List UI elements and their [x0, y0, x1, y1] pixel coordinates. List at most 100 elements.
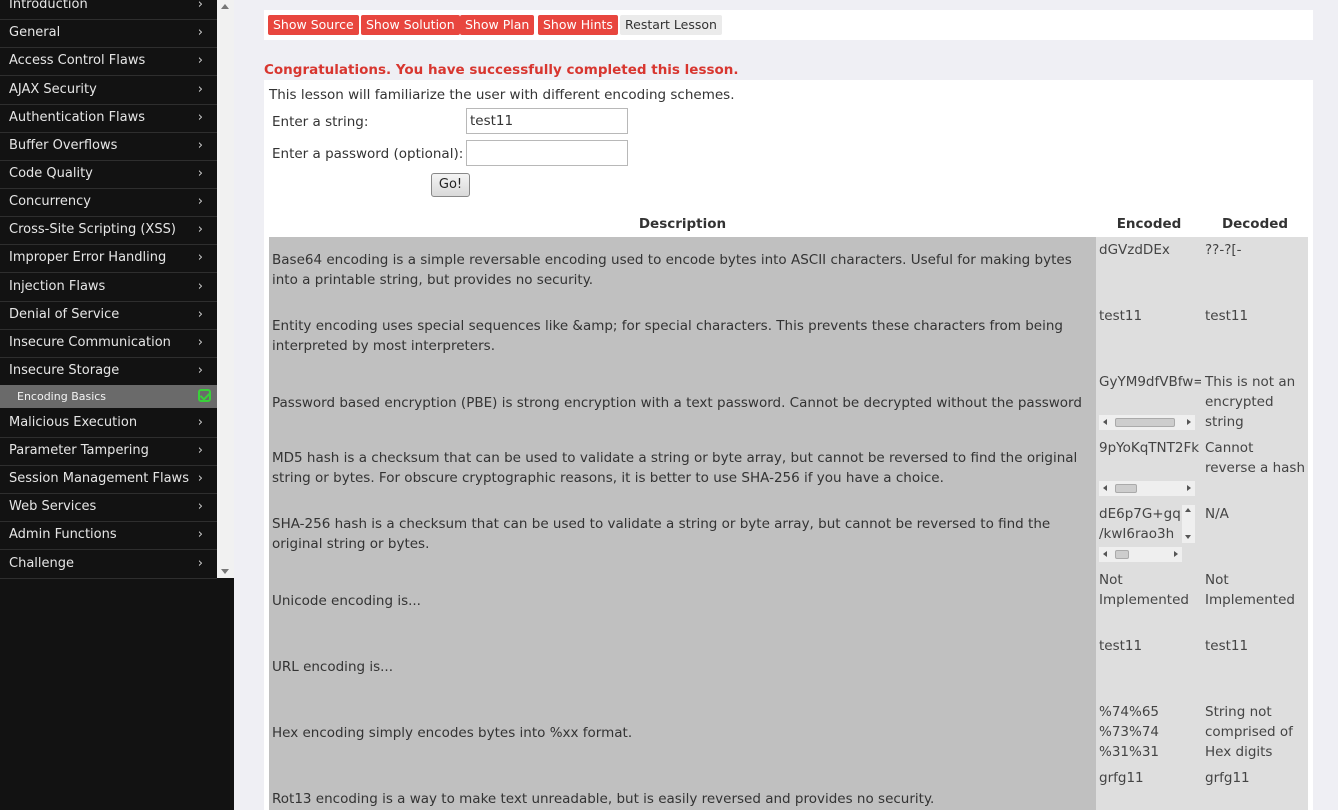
string-label: Enter a string: — [272, 114, 369, 130]
decoded-value: test11 — [1205, 308, 1249, 324]
encoded-value: test11 — [1099, 308, 1143, 324]
encoded-value: grfg11 — [1099, 770, 1144, 786]
encoded-value: 9pYoKqTNT2Fk — [1099, 440, 1200, 456]
table-row-base64: Base64 encoding is a simple reversable e… — [269, 237, 1096, 303]
chevron-right-icon: › — [197, 194, 203, 209]
encoded-value: test11 — [1099, 638, 1143, 654]
scroll-right-icon[interactable] — [1187, 485, 1191, 491]
nav-item-buffer-overflows[interactable]: Buffer Overflows › — [0, 133, 217, 161]
nav-label: General — [9, 25, 61, 40]
nav-label: Cross-Site Scripting (XSS) — [9, 222, 176, 237]
scroll-down-icon[interactable] — [1185, 535, 1191, 539]
row-description: Base64 encoding is a simple reversable e… — [272, 252, 1072, 288]
encoded-value: dE6p7G+gql — [1099, 506, 1183, 522]
nav-item-denial-of-service[interactable]: Denial of Service › — [0, 302, 217, 330]
decoded-value: This is not an encrypted string — [1205, 374, 1296, 430]
decoded-value: N/A — [1205, 506, 1229, 522]
decoded-value: grfg11 — [1205, 770, 1250, 786]
table-row-md5: MD5 hash is a checksum that can be used … — [269, 435, 1096, 501]
scroll-down-icon[interactable] — [221, 569, 229, 574]
nav-item-xss[interactable]: Cross-Site Scripting (XSS) › — [0, 217, 217, 245]
go-button[interactable]: Go! — [431, 173, 470, 197]
table-row-cells: test11 test11 — [1096, 303, 1308, 369]
encoded-value: Not Implemented — [1099, 572, 1189, 608]
nav-item-concurrency[interactable]: Concurrency › — [0, 189, 217, 217]
nav-item-introduction[interactable]: Introduction › — [0, 0, 217, 20]
decoded-value: test11 — [1205, 638, 1249, 654]
decoded-value: ??-?[- — [1205, 242, 1242, 258]
nav-item-challenge[interactable]: Challenge › — [0, 551, 217, 579]
nav-item-admin-functions[interactable]: Admin Functions › — [0, 522, 217, 550]
encoded-hscrollbar[interactable] — [1099, 547, 1182, 562]
lesson-toolbar: Show Source Show Solution Show Plan Show… — [264, 10, 1313, 40]
row-description: Rot13 encoding is a way to make text unr… — [272, 791, 935, 807]
nav-item-ajax-security[interactable]: AJAX Security › — [0, 77, 217, 105]
nav-label: Access Control Flaws — [9, 53, 146, 68]
nav-label: Injection Flaws — [9, 279, 106, 294]
chevron-right-icon: › — [197, 307, 203, 322]
scroll-thumb[interactable] — [1115, 418, 1175, 427]
chevron-right-icon: › — [197, 556, 203, 571]
nav-item-improper-error-handling[interactable]: Improper Error Handling › — [0, 245, 217, 273]
show-solution-button[interactable]: Show Solution — [361, 15, 460, 35]
show-source-button[interactable]: Show Source — [268, 15, 359, 35]
string-input[interactable]: test11 — [466, 108, 628, 134]
nav-label: Challenge — [9, 556, 74, 571]
chevron-right-icon: › — [197, 279, 203, 294]
restart-lesson-button[interactable]: Restart Lesson — [620, 15, 722, 35]
scroll-left-icon[interactable] — [1103, 551, 1107, 557]
nav-subitem-encoding-basics[interactable]: Encoding Basics — [0, 385, 217, 408]
password-input[interactable] — [466, 140, 628, 166]
scroll-right-icon[interactable] — [1187, 419, 1191, 425]
decoded-header: Decoded — [1221, 216, 1289, 232]
scroll-thumb[interactable] — [1115, 484, 1137, 493]
nav-item-session-management-flaws[interactable]: Session Management Flaws › — [0, 466, 217, 494]
scroll-up-icon[interactable] — [221, 4, 229, 9]
nav-item-injection-flaws[interactable]: Injection Flaws › — [0, 274, 217, 302]
encoded-hscrollbar[interactable] — [1099, 481, 1195, 496]
nav-label: Insecure Communication — [9, 335, 171, 350]
encoded-vscrollbar[interactable] — [1182, 505, 1195, 543]
chevron-right-icon: › — [197, 53, 203, 68]
decoded-value: Not Implemented — [1205, 572, 1295, 608]
encoded-hscrollbar[interactable] — [1099, 415, 1195, 430]
nav-item-code-quality[interactable]: Code Quality › — [0, 161, 217, 189]
scroll-left-icon[interactable] — [1103, 485, 1107, 491]
show-hints-button[interactable]: Show Hints — [538, 15, 618, 35]
table-row-cells: dE6p7G+gql /kwI6rao3h N/A — [1096, 501, 1308, 567]
encoded-value: %74%65 %73%74 %31%31 — [1099, 704, 1160, 760]
nav-label: Code Quality — [9, 166, 93, 181]
password-label: Enter a password (optional): — [272, 146, 464, 162]
chevron-right-icon: › — [197, 471, 203, 486]
scroll-right-icon[interactable] — [1174, 551, 1178, 557]
show-plan-button[interactable]: Show Plan — [460, 15, 535, 35]
nav-label: Denial of Service — [9, 307, 120, 322]
chevron-right-icon: › — [197, 363, 203, 378]
nav-item-insecure-storage[interactable]: Insecure Storage › — [0, 358, 217, 386]
nav-label: Introduction — [9, 0, 88, 12]
decoded-value: Cannot reverse a hash — [1205, 440, 1306, 476]
scroll-left-icon[interactable] — [1103, 419, 1107, 425]
encoded-value: dGVzdDEx — [1099, 242, 1170, 258]
nav-label: Session Management Flaws — [9, 471, 189, 486]
encoded-header: Encoded — [1116, 216, 1182, 232]
nav-item-web-services[interactable]: Web Services › — [0, 494, 217, 522]
nav-item-malicious-execution[interactable]: Malicious Execution › — [0, 410, 217, 438]
table-row-sha256: SHA-256 hash is a checksum that can be u… — [269, 501, 1096, 567]
chevron-right-icon: › — [197, 110, 203, 125]
chevron-right-icon: › — [197, 443, 203, 458]
chevron-right-icon: › — [197, 250, 203, 265]
success-message: Congratulations. You have successfully c… — [264, 62, 739, 78]
nav-item-general[interactable]: General › — [0, 20, 217, 48]
check-icon — [198, 389, 211, 402]
nav-item-authentication-flaws[interactable]: Authentication Flaws › — [0, 105, 217, 133]
nav-item-access-control-flaws[interactable]: Access Control Flaws › — [0, 48, 217, 76]
sidebar-scrollbar[interactable] — [217, 0, 234, 578]
chevron-right-icon: › — [197, 166, 203, 181]
chevron-right-icon: › — [197, 222, 203, 237]
row-description: MD5 hash is a checksum that can be used … — [272, 450, 1078, 486]
scroll-up-icon[interactable] — [1185, 508, 1191, 512]
nav-item-parameter-tampering[interactable]: Parameter Tampering › — [0, 438, 217, 466]
scroll-thumb[interactable] — [1115, 550, 1129, 559]
nav-item-insecure-communication[interactable]: Insecure Communication › — [0, 330, 217, 358]
